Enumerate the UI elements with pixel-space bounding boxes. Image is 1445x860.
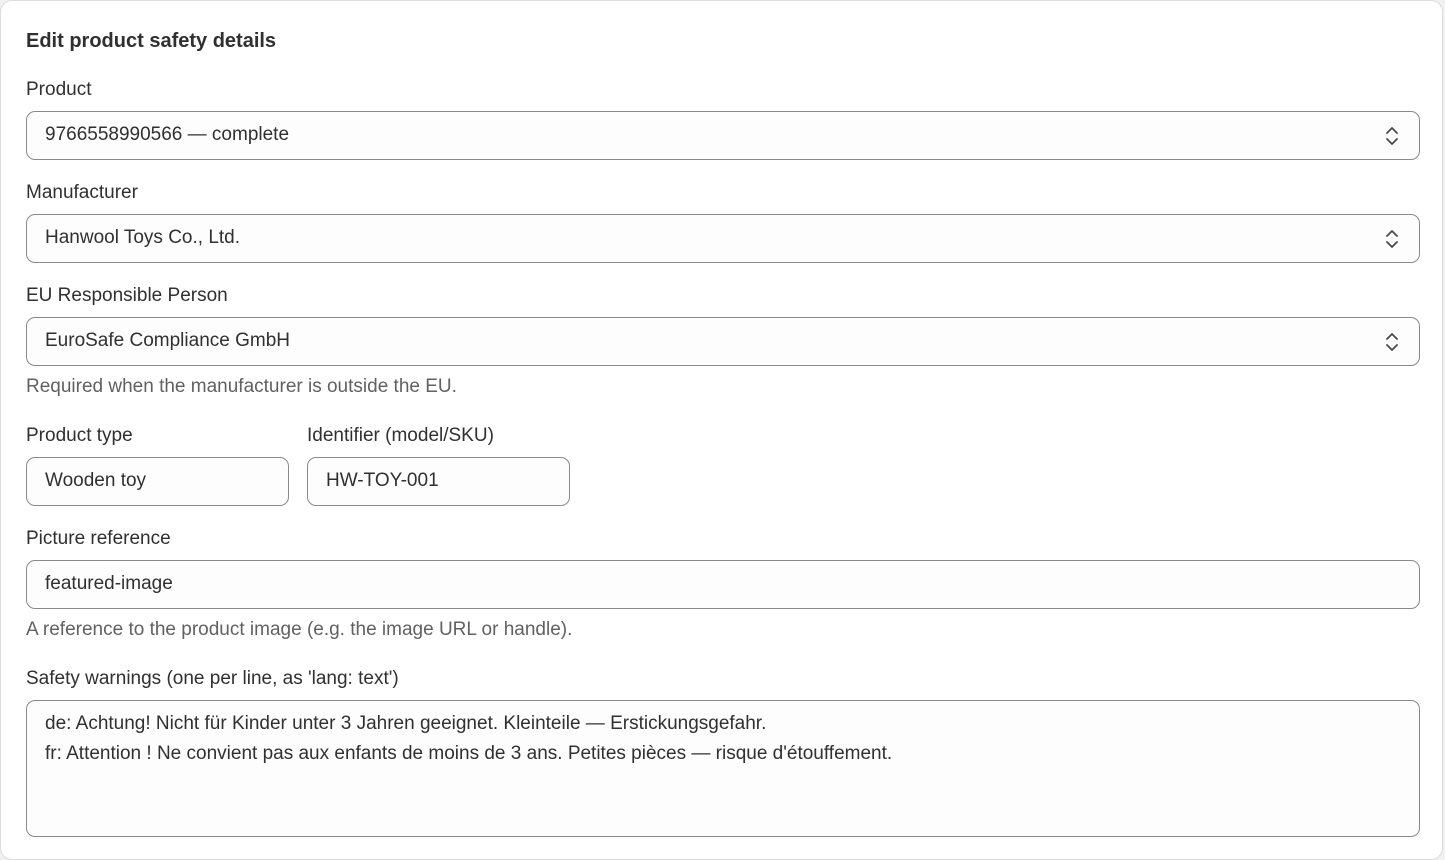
identifier-input[interactable]: HW-TOY-001 (307, 457, 570, 506)
select-chevrons-icon (1386, 230, 1398, 248)
product-type-input[interactable]: Wooden toy (26, 457, 289, 506)
card-title: Edit product safety details (26, 30, 277, 52)
picture-reference-input-value: featured-image (45, 573, 173, 594)
safety-warnings-label: Safety warnings (one per line, as 'lang:… (26, 668, 399, 689)
product-select-value: 9766558990566 — complete (45, 124, 290, 145)
picture-reference-input[interactable]: featured-image (26, 560, 1420, 609)
eu-person-label: EU Responsible Person (26, 285, 228, 306)
manufacturer-select-value: Hanwool Toys Co., Ltd. (45, 227, 241, 248)
picture-reference-help-text: A reference to the product image (e.g. t… (26, 619, 573, 640)
select-chevrons-icon (1386, 127, 1398, 145)
safety-warning-line-fr: fr: Attention ! Ne convient pas aux enfa… (45, 743, 893, 764)
product-select[interactable]: 9766558990566 — complete (26, 111, 1420, 160)
product-label: Product (26, 79, 92, 100)
eu-person-select-value: EuroSafe Compliance GmbH (45, 330, 290, 351)
safety-warning-line-de: de: Achtung! Nicht für Kinder unter 3 Ja… (45, 713, 767, 734)
picture-reference-label: Picture reference (26, 528, 171, 549)
product-type-label: Product type (26, 425, 133, 446)
safety-warnings-textarea[interactable]: de: Achtung! Nicht für Kinder unter 3 Ja… (26, 700, 1420, 837)
manufacturer-select[interactable]: Hanwool Toys Co., Ltd. (26, 214, 1420, 263)
identifier-input-value: HW-TOY-001 (326, 470, 439, 491)
eu-person-help-text: Required when the manufacturer is outsid… (26, 376, 457, 397)
manufacturer-label: Manufacturer (26, 182, 138, 203)
select-chevrons-icon (1386, 333, 1398, 351)
product-type-input-value: Wooden toy (45, 470, 147, 491)
eu-person-select[interactable]: EuroSafe Compliance GmbH (26, 317, 1420, 366)
identifier-label: Identifier (model/SKU) (307, 425, 494, 446)
safety-details-card: Edit product safety details Product 9766… (0, 0, 1443, 860)
